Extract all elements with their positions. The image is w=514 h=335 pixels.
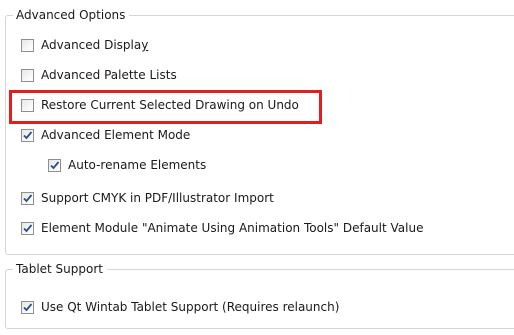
checkmark-icon — [23, 302, 33, 311]
advanced-palette-lists-label: Advanced Palette Lists — [41, 68, 177, 82]
advanced-options-title: Advanced Options — [13, 8, 130, 23]
checkbox-row-restore-selected-drawing[interactable]: Restore Current Selected Drawing on Undo — [21, 96, 299, 114]
tablet-support-title: Tablet Support — [13, 262, 107, 277]
checkbox-row-auto-rename-elements[interactable]: Auto-rename Elements — [48, 156, 206, 174]
support-cmyk-label: Support CMYK in PDF/Illustrator Import — [41, 191, 274, 205]
use-qt-wintab-checkbox[interactable] — [21, 300, 34, 314]
advanced-element-mode-label: Advanced Element Mode — [41, 128, 191, 142]
checkbox-row-advanced-display[interactable]: Advanced Display — [21, 36, 148, 54]
auto-rename-elements-label: Auto-rename Elements — [68, 158, 207, 172]
checkmark-icon — [23, 223, 33, 232]
restore-selected-drawing-label: Restore Current Selected Drawing on Undo — [41, 98, 299, 112]
support-cmyk-checkbox[interactable] — [21, 191, 34, 205]
checkbox-row-advanced-palette-lists[interactable]: Advanced Palette Lists — [21, 66, 177, 84]
advanced-element-mode-checkbox[interactable] — [21, 128, 34, 142]
checkbox-row-advanced-element-mode[interactable]: Advanced Element Mode — [21, 126, 190, 144]
animate-using-animation-tools-label: Element Module "Animate Using Animation … — [41, 221, 424, 235]
checkbox-row-animate-using-animation-tools[interactable]: Element Module "Animate Using Animation … — [21, 219, 423, 237]
checkbox-row-support-cmyk[interactable]: Support CMYK in PDF/Illustrator Import — [21, 189, 274, 207]
restore-selected-drawing-checkbox[interactable] — [21, 98, 34, 112]
use-qt-wintab-label: Use Qt Wintab Tablet Support (Requires r… — [41, 300, 340, 314]
animate-using-animation-tools-checkbox[interactable] — [21, 221, 34, 235]
advanced-display-checkbox[interactable] — [21, 38, 34, 52]
advanced-display-label: Advanced Display — [41, 38, 149, 52]
checkmark-icon — [23, 130, 33, 139]
checkbox-row-use-qt-wintab[interactable]: Use Qt Wintab Tablet Support (Requires r… — [21, 298, 339, 316]
checkmark-icon — [50, 160, 60, 169]
auto-rename-elements-checkbox[interactable] — [48, 158, 61, 172]
advanced-palette-lists-checkbox[interactable] — [21, 68, 34, 82]
checkmark-icon — [23, 193, 33, 202]
